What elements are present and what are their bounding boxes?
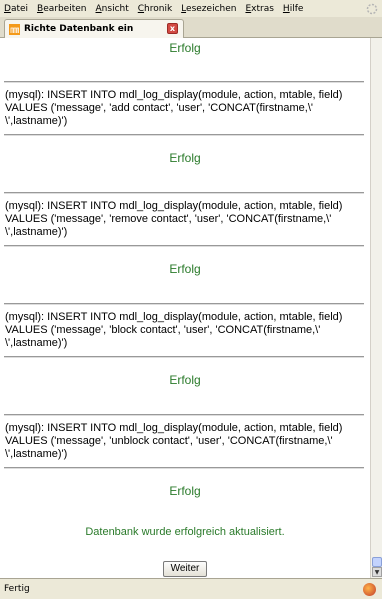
status-text: Fertig — [4, 584, 30, 594]
tab-close-icon[interactable]: x — [167, 23, 178, 34]
vertical-scrollbar[interactable]: ▼ — [370, 38, 382, 578]
sql-query: (mysql): INSERT INTO mdl_log_display(mod… — [5, 422, 343, 460]
menu-hilfe[interactable]: Hilfe — [283, 4, 304, 14]
divider — [4, 414, 364, 416]
menu-extras[interactable]: Extras — [245, 4, 273, 14]
menu-bar: Datei Bearbeiten Ansicht Chronik Lesezei… — [0, 0, 382, 17]
divider — [4, 303, 364, 305]
firefox-icon — [363, 583, 376, 596]
divider — [4, 245, 364, 247]
divider — [4, 81, 364, 83]
success-label: Erfolg — [169, 373, 201, 387]
continue-button[interactable]: Weiter — [163, 561, 207, 577]
scroll-down-arrow-icon[interactable]: ▼ — [372, 567, 382, 577]
moodle-favicon-icon — [9, 23, 20, 35]
divider — [4, 467, 364, 469]
success-label: Erfolg — [169, 41, 201, 55]
menu-datei[interactable]: Datei — [4, 4, 28, 14]
success-label: Erfolg — [169, 151, 201, 165]
success-label: Erfolg — [169, 484, 201, 498]
menu-bearbeiten[interactable]: Bearbeiten — [37, 4, 86, 14]
tab-strip: Richte Datenbank ein x — [0, 17, 382, 38]
status-bar: Fertig — [0, 578, 382, 599]
sql-query: (mysql): INSERT INTO mdl_log_display(mod… — [5, 200, 343, 238]
throbber-icon — [366, 3, 378, 15]
menu-lesezeichen[interactable]: Lesezeichen — [181, 4, 236, 14]
menu-ansicht[interactable]: Ansicht — [96, 4, 129, 14]
success-label: Erfolg — [169, 262, 201, 276]
final-message: Datenbank wurde erfolgreich aktualisiert… — [85, 526, 285, 538]
divider — [4, 192, 364, 194]
sql-query: (mysql): INSERT INTO mdl_log_display(mod… — [5, 311, 343, 349]
tab-active[interactable]: Richte Datenbank ein x — [4, 19, 184, 38]
sql-query: (mysql): INSERT INTO mdl_log_display(mod… — [5, 89, 343, 127]
divider — [4, 356, 364, 358]
menu-chronik[interactable]: Chronik — [138, 4, 172, 14]
page-content: Erfolg (mysql): INSERT INTO mdl_log_disp… — [0, 38, 370, 578]
tab-title: Richte Datenbank ein — [24, 24, 134, 34]
scrollbar-thumb[interactable] — [372, 557, 382, 567]
divider — [4, 134, 364, 136]
